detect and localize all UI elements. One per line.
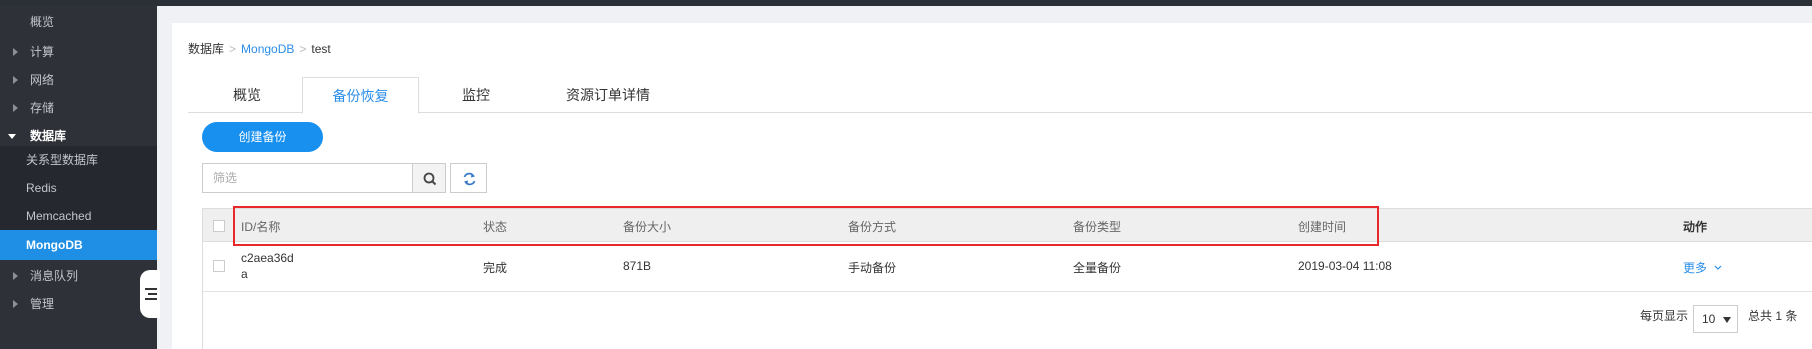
header-id[interactable]: ID/名称 <box>241 218 280 235</box>
more-actions-dropdown[interactable]: 更多 <box>1683 259 1723 276</box>
backup-id[interactable]: c2aea36d a <box>241 250 294 282</box>
header-method[interactable]: 备份方式 <box>848 218 896 235</box>
header-status[interactable]: 状态 <box>483 218 507 235</box>
sidebar-item-label: MongoDB <box>26 238 83 252</box>
caret-down-icon <box>8 134 16 139</box>
breadcrumb: 数据库 > MongoDB > test <box>188 40 331 57</box>
tab-bar: 概览 备份恢复 监控 资源订单详情 <box>188 77 1812 114</box>
header-action: 动作 <box>1683 220 1708 234</box>
row-checkbox[interactable] <box>213 260 225 272</box>
backup-status: 完成 <box>483 261 508 275</box>
breadcrumb-root[interactable]: 数据库 <box>188 42 224 56</box>
tab-resource-orders[interactable]: 资源订单详情 <box>533 77 683 113</box>
backup-created: 2019-03-04 11:08 <box>1298 259 1392 273</box>
sidebar: 概览 计算 网络 存储 数据库 关系型数据库 Redis Memcached M… <box>0 6 157 349</box>
caret-right-icon <box>13 300 18 308</box>
total-count: 总共 1 条 <box>1748 309 1798 323</box>
more-label: 更多 <box>1683 261 1708 275</box>
backup-id-line2: a <box>241 267 248 281</box>
menu-fold-icon-bar <box>145 298 157 300</box>
sidebar-item-manage[interactable]: 管理 <box>0 288 157 320</box>
sidebar-item-rdb[interactable]: 关系型数据库 <box>0 146 157 174</box>
create-backup-button[interactable]: 创建备份 <box>202 122 323 152</box>
header-size[interactable]: 备份大小 <box>623 218 671 235</box>
search-button[interactable] <box>412 163 446 193</box>
table-header: ID/名称 状态 备份大小 备份方式 备份类型 创建时间 动作 <box>203 208 1812 242</box>
caret-right-icon <box>13 104 18 112</box>
sidebar-item-label: Redis <box>26 181 57 195</box>
sidebar-collapse-toggle[interactable] <box>140 270 160 318</box>
per-page-select[interactable]: 10 <box>1693 305 1738 333</box>
tab-monitoring[interactable]: 监控 <box>419 77 533 113</box>
filter-input[interactable]: 筛选 <box>202 163 413 193</box>
backup-table: ID/名称 状态 备份大小 备份方式 备份类型 创建时间 动作 c2aea36d… <box>202 208 1812 349</box>
sidebar-item-mongodb[interactable]: MongoDB <box>0 230 157 260</box>
table-row: c2aea36d a 完成 871B 手动备份 全量备份 2019-03-04 … <box>203 242 1812 292</box>
breadcrumb-separator: > <box>299 42 307 56</box>
sidebar-item-redis[interactable]: Redis <box>0 174 157 202</box>
top-bar <box>0 0 1812 6</box>
breadcrumb-separator: > <box>229 42 237 56</box>
refresh-button[interactable] <box>450 163 487 193</box>
sidebar-item-memcached[interactable]: Memcached <box>0 202 157 230</box>
backup-id-line1: c2aea36d <box>241 251 294 265</box>
menu-fold-icon-bar <box>148 293 157 295</box>
tab-backup-restore[interactable]: 备份恢复 <box>302 77 419 114</box>
sidebar-item-label: 概览 <box>30 15 55 29</box>
refresh-icon <box>463 172 476 186</box>
per-page-value: 10 <box>1702 312 1716 326</box>
menu-fold-icon <box>145 288 157 290</box>
caret-right-icon <box>13 272 18 280</box>
search-icon <box>423 172 437 186</box>
sidebar-item-label: 管理 <box>30 297 55 311</box>
sidebar-item-label: Memcached <box>26 209 92 223</box>
backup-method: 手动备份 <box>848 261 897 275</box>
tab-overview[interactable]: 概览 <box>190 77 304 113</box>
caret-right-icon <box>13 48 18 56</box>
select-all-checkbox[interactable] <box>213 220 225 232</box>
filter-placeholder: 筛选 <box>213 171 238 185</box>
header-type[interactable]: 备份类型 <box>1073 218 1121 235</box>
sidebar-item-label: 关系型数据库 <box>26 153 99 167</box>
chevron-down-icon <box>1714 265 1722 270</box>
breadcrumb-current: test <box>311 42 331 56</box>
per-page-label: 每页显示 <box>1640 309 1689 323</box>
breadcrumb-section[interactable]: MongoDB <box>241 42 294 56</box>
sidebar-item-overview[interactable]: 概览 <box>0 6 157 38</box>
caret-right-icon <box>13 76 18 84</box>
header-created[interactable]: 创建时间 <box>1298 218 1346 235</box>
dropdown-arrow-icon <box>1723 317 1731 323</box>
backup-type: 全量备份 <box>1073 261 1122 275</box>
backup-size: 871B <box>623 259 652 273</box>
